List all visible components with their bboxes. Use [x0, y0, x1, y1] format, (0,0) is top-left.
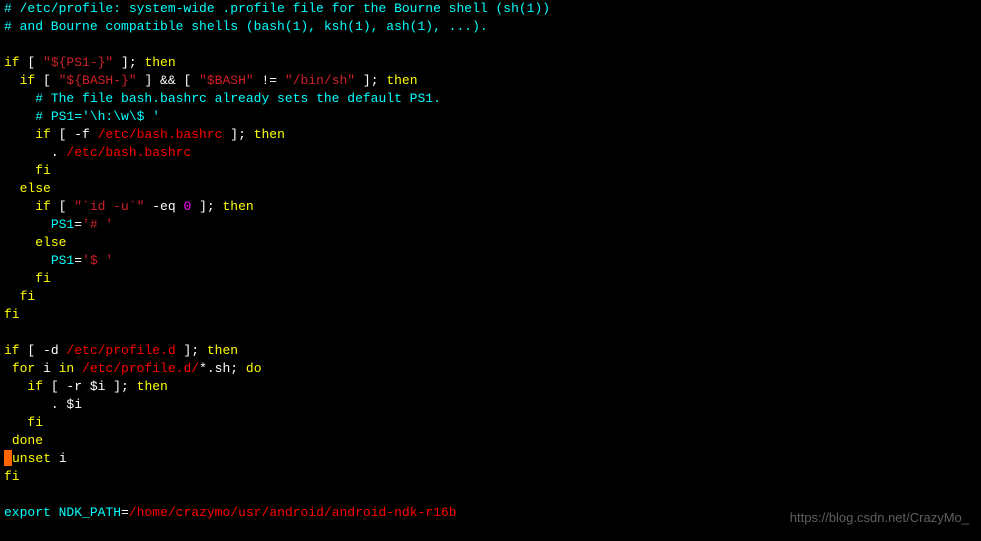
keyword-if: if [20, 73, 36, 88]
keyword-then: then [207, 343, 238, 358]
watermark-text: https://blog.csdn.net/CrazyMo_ [790, 509, 969, 527]
code-line: if [ -f /etc/bash.bashrc ]; then [4, 126, 981, 144]
variable-name: NDK_PATH [59, 505, 121, 520]
keyword-fi: fi [27, 415, 43, 430]
keyword-then: then [223, 199, 254, 214]
code-line: else [4, 234, 981, 252]
comment-text: # and Bourne compatible shells (bash(1),… [4, 19, 488, 34]
keyword-then: then [386, 73, 417, 88]
keyword-fi: fi [35, 163, 51, 178]
string-literal: "${PS1-}" [43, 55, 113, 70]
code-line: PS1='$ ' [4, 252, 981, 270]
code-line: if [ "${BASH-}" ] && [ "$BASH" != "/bin/… [4, 72, 981, 90]
path-literal: /etc/bash.bashrc [66, 145, 191, 160]
code-line [4, 36, 981, 54]
code-line: # PS1='\h:\w\$ ' [4, 108, 981, 126]
string-literal: '$ ' [82, 253, 113, 268]
code-line: done [4, 432, 981, 450]
path-literal: /etc/bash.bashrc [98, 127, 223, 142]
code-line [4, 324, 981, 342]
keyword-export: export [4, 505, 51, 520]
variable-name: PS1 [51, 253, 74, 268]
path-literal: /home/crazymo/usr/android/android-ndk-r1… [129, 505, 457, 520]
keyword-then: then [144, 55, 175, 70]
keyword-if: if [4, 55, 20, 70]
keyword-in: in [59, 361, 75, 376]
string-literal: "`id -u`" [74, 199, 144, 214]
keyword-if: if [35, 199, 51, 214]
code-line: if [ -d /etc/profile.d ]; then [4, 342, 981, 360]
code-line: . /etc/bash.bashrc [4, 144, 981, 162]
variable-name: PS1 [51, 217, 74, 232]
keyword-else: else [20, 181, 51, 196]
code-line: else [4, 180, 981, 198]
keyword-fi: fi [4, 307, 20, 322]
code-line: if [ "`id -u`" -eq 0 ]; then [4, 198, 981, 216]
code-line: fi [4, 288, 981, 306]
comment-text: # /etc/profile: system-wide .profile fil… [4, 1, 550, 16]
code-line: fi [4, 306, 981, 324]
keyword-for: for [12, 361, 35, 376]
keyword-unset: unset [12, 451, 51, 466]
path-literal: /etc/profile.d [66, 343, 175, 358]
code-line: fi [4, 468, 981, 486]
code-line: fi [4, 162, 981, 180]
string-literal: "/bin/sh" [285, 73, 355, 88]
keyword-if: if [27, 379, 43, 394]
keyword-else: else [35, 235, 66, 250]
keyword-then: then [137, 379, 168, 394]
variable-ref: $i [90, 379, 106, 394]
code-line: if [ "${PS1-}" ]; then [4, 54, 981, 72]
code-line: . $i [4, 396, 981, 414]
code-line: # and Bourne compatible shells (bash(1),… [4, 18, 981, 36]
string-literal: "${BASH-}" [59, 73, 137, 88]
keyword-do: do [246, 361, 262, 376]
cursor-block [4, 450, 12, 466]
keyword-fi: fi [4, 469, 20, 484]
code-line: # The file bash.bashrc already sets the … [4, 90, 981, 108]
keyword-fi: fi [20, 289, 36, 304]
code-line: fi [4, 270, 981, 288]
code-line: fi [4, 414, 981, 432]
code-line: PS1='# ' [4, 216, 981, 234]
keyword-fi: fi [35, 271, 51, 286]
keyword-done: done [12, 433, 43, 448]
keyword-then: then [254, 127, 285, 142]
string-literal: '# ' [82, 217, 113, 232]
code-line: for i in /etc/profile.d/*.sh; do [4, 360, 981, 378]
code-line: unset i [4, 450, 981, 468]
code-line: # /etc/profile: system-wide .profile fil… [4, 0, 981, 18]
code-line: if [ -r $i ]; then [4, 378, 981, 396]
keyword-if: if [4, 343, 20, 358]
keyword-if: if [35, 127, 51, 142]
comment-text: # The file bash.bashrc already sets the … [35, 91, 441, 106]
code-line [4, 486, 981, 504]
path-literal: /etc/profile.d/ [82, 361, 199, 376]
comment-text: # PS1='\h:\w\$ ' [35, 109, 160, 124]
terminal-editor[interactable]: # /etc/profile: system-wide .profile fil… [4, 0, 981, 522]
string-literal: "$BASH" [199, 73, 254, 88]
variable-ref: $i [66, 397, 82, 412]
